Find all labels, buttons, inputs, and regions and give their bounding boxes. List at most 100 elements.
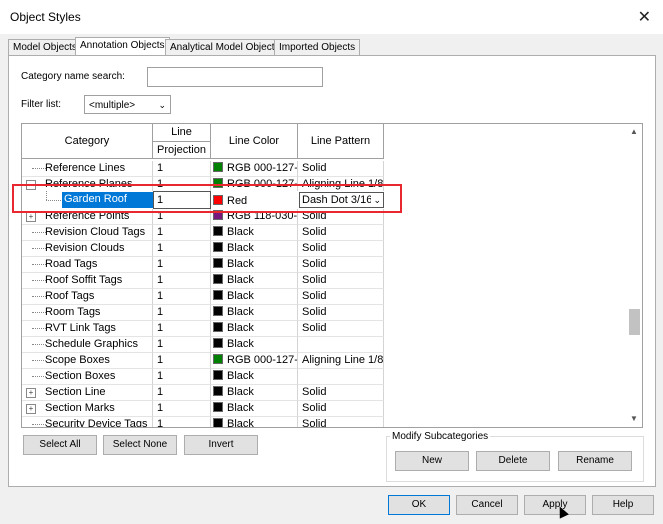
- table-row[interactable]: Revision Clouds 1 Black Solid: [22, 241, 384, 257]
- select-none-button[interactable]: Select None: [103, 435, 177, 455]
- line-pattern-cell[interactable]: Solid: [298, 161, 384, 177]
- projection-cell[interactable]: 1: [153, 321, 211, 337]
- table-row[interactable]: Room Tags 1 Black Solid: [22, 305, 384, 321]
- line-color-cell[interactable]: Black: [211, 337, 298, 353]
- line-color-cell[interactable]: Black: [211, 369, 298, 385]
- expand-icon[interactable]: +: [26, 404, 36, 414]
- line-pattern-cell[interactable]: Solid: [298, 417, 384, 427]
- line-color-cell[interactable]: Black: [211, 225, 298, 241]
- line-pattern-cell[interactable]: Solid: [298, 257, 384, 273]
- tab-model-objects[interactable]: Model Objects: [8, 39, 82, 55]
- projection-cell[interactable]: 1: [153, 161, 211, 177]
- scroll-up-icon[interactable]: ▲: [630, 127, 638, 136]
- projection-cell[interactable]: 1: [153, 353, 211, 369]
- projection-cell[interactable]: 1: [153, 257, 211, 273]
- line-color-cell[interactable]: Black: [211, 417, 298, 427]
- projection-input[interactable]: 1: [153, 191, 211, 209]
- projection-cell[interactable]: 1: [153, 305, 211, 321]
- category-cell[interactable]: Road Tags: [22, 257, 153, 273]
- selected-row[interactable]: Garden Roof 1 Red Dash Dot 3/16 ⌄: [22, 191, 384, 209]
- tab-annotation-objects[interactable]: Annotation Objects: [75, 37, 170, 56]
- table-row[interactable]: Revision Cloud Tags 1 Black Solid: [22, 225, 384, 241]
- line-pattern-select[interactable]: Dash Dot 3/16 ⌄: [299, 192, 384, 208]
- line-color-cell[interactable]: Black: [211, 289, 298, 305]
- filter-list-select[interactable]: <multiple> ⌄: [84, 95, 171, 114]
- line-color-cell[interactable]: Red: [211, 192, 298, 208]
- table-row[interactable]: + Section Line 1 Black Solid: [22, 385, 384, 401]
- projection-cell[interactable]: 1: [153, 385, 211, 401]
- tab-imported-objects[interactable]: Imported Objects: [274, 39, 361, 55]
- scroll-thumb[interactable]: [629, 309, 640, 335]
- category-cell[interactable]: Reference Lines: [22, 161, 153, 177]
- collapse-icon[interactable]: −: [26, 180, 36, 190]
- category-cell[interactable]: Revision Cloud Tags: [22, 225, 153, 241]
- projection-cell[interactable]: 1: [153, 369, 211, 385]
- table-row[interactable]: Security Device Tags 1 Black Solid: [22, 417, 384, 427]
- category-cell[interactable]: Schedule Graphics: [22, 337, 153, 353]
- line-pattern-cell[interactable]: Solid: [298, 401, 384, 417]
- line-pattern-cell[interactable]: [298, 337, 384, 353]
- category-cell[interactable]: RVT Link Tags: [22, 321, 153, 337]
- category-cell[interactable]: Security Device Tags: [22, 417, 153, 427]
- expand-icon[interactable]: +: [26, 212, 36, 222]
- scroll-down-icon[interactable]: ▼: [630, 414, 638, 423]
- tab-analytical-model-objects[interactable]: Analytical Model Objects: [165, 39, 285, 55]
- line-pattern-cell[interactable]: [298, 369, 384, 385]
- table-row[interactable]: Roof Tags 1 Black Solid: [22, 289, 384, 305]
- line-color-cell[interactable]: Black: [211, 257, 298, 273]
- new-button[interactable]: New: [395, 451, 469, 471]
- expand-icon[interactable]: +: [26, 388, 36, 398]
- projection-cell[interactable]: 1: [153, 401, 211, 417]
- category-cell[interactable]: + Section Marks: [22, 401, 153, 417]
- category-cell[interactable]: + Section Line: [22, 385, 153, 401]
- line-pattern-cell[interactable]: Solid: [298, 225, 384, 241]
- header-line-pattern[interactable]: Line Pattern: [298, 124, 384, 159]
- selected-category-cell[interactable]: Garden Roof: [62, 192, 153, 208]
- table-row[interactable]: + Section Marks 1 Black Solid: [22, 401, 384, 417]
- category-cell[interactable]: Scope Boxes: [22, 353, 153, 369]
- line-color-cell[interactable]: Black: [211, 401, 298, 417]
- line-color-cell[interactable]: RGB 000-127-0: [211, 161, 298, 177]
- line-pattern-cell[interactable]: Solid: [298, 241, 384, 257]
- category-cell[interactable]: Revision Clouds: [22, 241, 153, 257]
- projection-cell[interactable]: 1: [153, 241, 211, 257]
- table-row[interactable]: Scope Boxes 1 RGB 000-127-0 Aligning Line 1…: [22, 353, 384, 369]
- vertical-scrollbar[interactable]: ▲ ▼: [626, 124, 642, 427]
- line-color-cell[interactable]: RGB 118-030-1: [211, 209, 298, 225]
- table-row[interactable]: + Reference Points 1 RGB 118-030-1 Solid: [22, 209, 384, 225]
- delete-button[interactable]: Delete: [476, 451, 550, 471]
- line-pattern-cell[interactable]: Aligning Line 1/8: [298, 353, 384, 369]
- header-category[interactable]: Category: [22, 124, 153, 159]
- table-row[interactable]: Reference Lines 1 RGB 000-127-0 Solid: [22, 161, 384, 177]
- apply-button[interactable]: Apply: [524, 495, 586, 515]
- category-cell[interactable]: + Reference Points: [22, 209, 153, 225]
- rename-button[interactable]: Rename: [558, 451, 632, 471]
- line-pattern-cell[interactable]: Solid: [298, 273, 384, 289]
- header-projection[interactable]: Projection: [153, 142, 211, 159]
- line-color-cell[interactable]: Black: [211, 305, 298, 321]
- line-pattern-cell[interactable]: Solid: [298, 209, 384, 225]
- close-icon[interactable]: ✕: [638, 7, 651, 27]
- projection-cell[interactable]: 1: [153, 273, 211, 289]
- invert-button[interactable]: Invert: [184, 435, 258, 455]
- category-cell[interactable]: Roof Tags: [22, 289, 153, 305]
- category-cell[interactable]: Roof Soffit Tags: [22, 273, 153, 289]
- projection-cell[interactable]: 1: [153, 209, 211, 225]
- table-row[interactable]: Roof Soffit Tags 1 Black Solid: [22, 273, 384, 289]
- projection-cell[interactable]: 1: [153, 289, 211, 305]
- line-pattern-cell[interactable]: Solid: [298, 321, 384, 337]
- line-color-cell[interactable]: Black: [211, 385, 298, 401]
- line-color-cell[interactable]: Black: [211, 241, 298, 257]
- line-color-cell[interactable]: Black: [211, 273, 298, 289]
- line-color-cell[interactable]: RGB 000-127-0: [211, 353, 298, 369]
- cancel-button[interactable]: Cancel: [456, 495, 518, 515]
- help-button[interactable]: Help: [592, 495, 654, 515]
- table-row[interactable]: Section Boxes 1 Black: [22, 369, 384, 385]
- line-pattern-cell[interactable]: Solid: [298, 305, 384, 321]
- table-row[interactable]: Road Tags 1 Black Solid: [22, 257, 384, 273]
- category-grid[interactable]: Category Line Projection Line Color Line…: [21, 123, 643, 428]
- category-cell[interactable]: Room Tags: [22, 305, 153, 321]
- category-cell[interactable]: Section Boxes: [22, 369, 153, 385]
- category-search-input[interactable]: [147, 67, 323, 87]
- select-all-button[interactable]: Select All: [23, 435, 97, 455]
